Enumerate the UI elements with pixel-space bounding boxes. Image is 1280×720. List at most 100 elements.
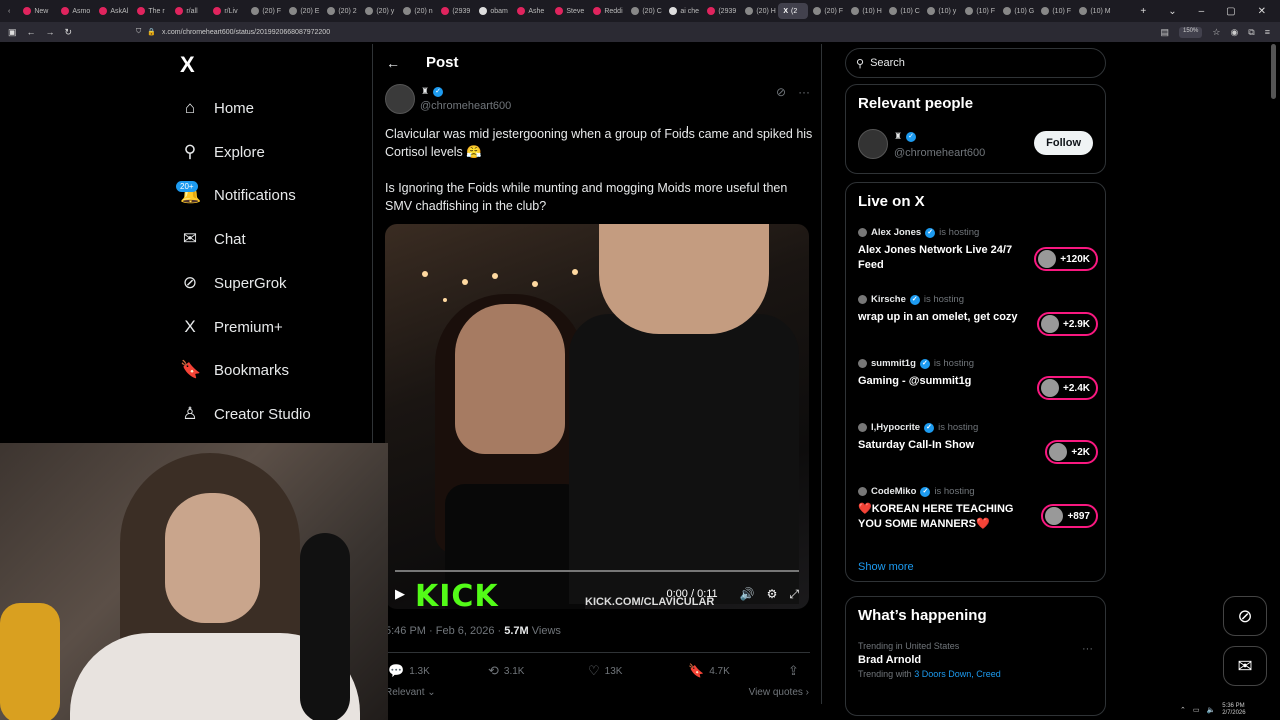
sidebar-item-home[interactable]: ⌂ Home xyxy=(180,98,254,118)
browser-tab[interactable]: r/all xyxy=(170,3,208,19)
sidebar-item-explore[interactable]: ⚲ Explore xyxy=(180,142,265,162)
browser-tab[interactable]: (20) E xyxy=(284,3,322,19)
reader-icon[interactable]: ▤ xyxy=(1160,27,1169,38)
play-icon[interactable]: ▶ xyxy=(395,586,405,602)
browser-tab[interactable]: (10) H xyxy=(846,3,884,19)
clock[interactable]: 5:36 PM 2/7/2026 xyxy=(1222,703,1245,717)
browser-tab[interactable]: (10) F xyxy=(960,3,998,19)
network-icon[interactable]: ▭ xyxy=(1193,706,1200,714)
messages-fab-button[interactable]: ✉ xyxy=(1223,646,1267,686)
more-icon[interactable]: ··· xyxy=(1082,643,1093,655)
post-timestamp[interactable]: 5:46 PM · Feb 6, 2026 · xyxy=(385,625,501,637)
browser-tab[interactable]: ai che xyxy=(664,3,702,19)
browser-tab[interactable]: (20) 2 xyxy=(322,3,360,19)
sidebar-toggle-icon[interactable]: ▣ xyxy=(8,27,17,38)
browser-tab[interactable]: (10) G xyxy=(998,3,1036,19)
browser-tab[interactable]: (10) C xyxy=(884,3,922,19)
back-arrow-icon[interactable]: ← xyxy=(386,55,400,71)
video-progress-bar[interactable] xyxy=(395,570,799,572)
browser-tab[interactable]: (10) M xyxy=(1074,3,1112,19)
new-tab-icon[interactable]: + xyxy=(1140,6,1146,17)
bookmark-button[interactable]: 🔖 4.7K xyxy=(688,663,788,679)
trend-links[interactable]: 3 Doors Down, Creed xyxy=(914,669,1001,679)
share-button[interactable]: ⇪ xyxy=(788,663,808,679)
grok-fab-button[interactable]: ⊘ xyxy=(1223,596,1267,636)
scrollbar[interactable] xyxy=(1271,44,1276,99)
browser-tab[interactable]: (10) F xyxy=(1036,3,1074,19)
tab-label: r/all xyxy=(186,7,198,15)
avatar[interactable] xyxy=(385,84,415,114)
zoom-indicator[interactable]: 150% xyxy=(1179,26,1203,38)
account-icon[interactable]: ◉ xyxy=(1230,27,1238,38)
live-entry[interactable]: Alex Jones ✓ is hosting Alex Jones Network… xyxy=(858,227,1098,273)
fullscreen-icon[interactable]: ⤢ xyxy=(789,587,799,602)
browser-tab[interactable]: Reddi xyxy=(588,3,626,19)
live-listener-pill[interactable]: +2K xyxy=(1045,440,1098,464)
live-listener-pill[interactable]: +2.4K xyxy=(1037,376,1098,400)
repost-button[interactable]: ⟲ 3.1K xyxy=(488,663,588,679)
follow-button[interactable]: Follow xyxy=(1034,131,1093,155)
active-tab[interactable]: X (2 xyxy=(778,3,809,19)
extensions-icon[interactable]: ⧉ xyxy=(1248,27,1254,38)
more-icon[interactable]: ··· xyxy=(798,85,810,99)
live-listener-pill[interactable]: +897 xyxy=(1041,504,1098,528)
browser-tab[interactable]: r/Liv xyxy=(208,3,246,19)
video-player[interactable]: KICK KICK.COM/CLAVICULAR ▶ 0:00 / 0:11 🔊… xyxy=(385,224,809,609)
grok-icon[interactable]: ⊘ xyxy=(776,85,786,99)
volume-icon[interactable]: 🔊 xyxy=(740,587,755,601)
reply-button[interactable]: 💬 1.3K xyxy=(388,663,488,679)
menu-icon[interactable]: ≡ xyxy=(1265,27,1270,38)
back-icon[interactable]: ← xyxy=(27,27,36,38)
sidebar-item-supergrok[interactable]: ⊘ SuperGrok xyxy=(180,273,287,293)
browser-tab[interactable]: (20) C xyxy=(626,3,664,19)
search-input[interactable]: ⚲ Search xyxy=(845,48,1106,78)
tab-list-icon[interactable]: ⌄ xyxy=(1168,6,1176,17)
trend-item[interactable]: Trending in United States Brad Arnold Tr… xyxy=(858,641,1093,679)
browser-tab[interactable]: (2939 xyxy=(436,3,474,19)
browser-tab[interactable]: (2939 xyxy=(702,3,740,19)
browser-tab[interactable]: (20) H xyxy=(740,3,778,19)
browser-tab[interactable]: Ashe xyxy=(512,3,550,19)
maximize-icon[interactable]: ▢ xyxy=(1226,6,1235,17)
settings-icon[interactable]: ⚙ xyxy=(767,587,778,601)
browser-tab[interactable]: (20) y xyxy=(360,3,398,19)
person-handle[interactable]: @chromeheart600 xyxy=(894,147,985,159)
tray-chevron-icon[interactable]: ⌃ xyxy=(1180,706,1186,714)
sidebar-item-chat[interactable]: ✉ Chat xyxy=(180,229,246,249)
author-handle[interactable]: @chromeheart600 xyxy=(420,100,511,112)
close-window-icon[interactable]: ✕ xyxy=(1258,6,1266,17)
browser-tab[interactable]: (20) F xyxy=(808,3,846,19)
url-text[interactable]: x.com/chromeheart600/status/201992066808… xyxy=(162,29,330,36)
browser-tab[interactable]: (20) n xyxy=(398,3,436,19)
x-logo[interactable]: X xyxy=(180,52,195,78)
avatar[interactable] xyxy=(858,129,888,159)
bookmark-star-icon[interactable]: ☆ xyxy=(1212,27,1220,38)
live-entry[interactable]: summit1g ✓ is hosting Gaming - @summit1g +… xyxy=(858,358,1098,400)
browser-tab[interactable]: (10) y xyxy=(922,3,960,19)
browser-tab[interactable]: obam xyxy=(474,3,512,19)
browser-tab[interactable]: (20) F xyxy=(246,3,284,19)
minimize-icon[interactable]: – xyxy=(1199,6,1205,17)
browser-tab[interactable]: Asmo xyxy=(56,3,94,19)
speaker-icon[interactable]: 🔈 xyxy=(1207,706,1216,714)
like-button[interactable]: ♡ 13K xyxy=(588,663,688,679)
browser-tab[interactable]: Steve xyxy=(550,3,588,19)
browser-tab[interactable]: The r xyxy=(132,3,170,19)
live-entry[interactable]: Kirsche ✓ is hosting wrap up in an omelet,… xyxy=(858,294,1098,336)
live-entry[interactable]: I,Hypocrite ✓ is hosting Saturday Call-In … xyxy=(858,422,1098,464)
sidebar-item-creator-studio[interactable]: ♙ Creator Studio xyxy=(180,404,310,424)
url-bar[interactable]: ⛉ 🔒 x.com/chromeheart600/status/20199206… xyxy=(130,25,1150,39)
view-quotes-link[interactable]: View quotes › xyxy=(749,687,809,698)
tab-scroll-left-icon[interactable]: ‹ xyxy=(0,8,18,15)
live-listener-pill[interactable]: +120K xyxy=(1034,247,1098,271)
forward-icon[interactable]: → xyxy=(46,27,55,38)
browser-tab[interactable]: New xyxy=(18,3,56,19)
sidebar-item-bookmarks[interactable]: 🔖 Bookmarks xyxy=(180,360,289,380)
reload-icon[interactable]: ↻ xyxy=(65,27,73,38)
relevant-dropdown[interactable]: Relevant ⌄ xyxy=(385,687,436,698)
browser-tab[interactable]: AskAl xyxy=(94,3,132,19)
show-more-link[interactable]: Show more xyxy=(858,561,914,573)
live-entry[interactable]: CodeMiko ✓ is hosting ❤️KOREAN HERE TEACHI… xyxy=(858,486,1098,532)
sidebar-item-premium[interactable]: X Premium+ xyxy=(180,317,282,337)
live-listener-pill[interactable]: +2.9K xyxy=(1037,312,1098,336)
